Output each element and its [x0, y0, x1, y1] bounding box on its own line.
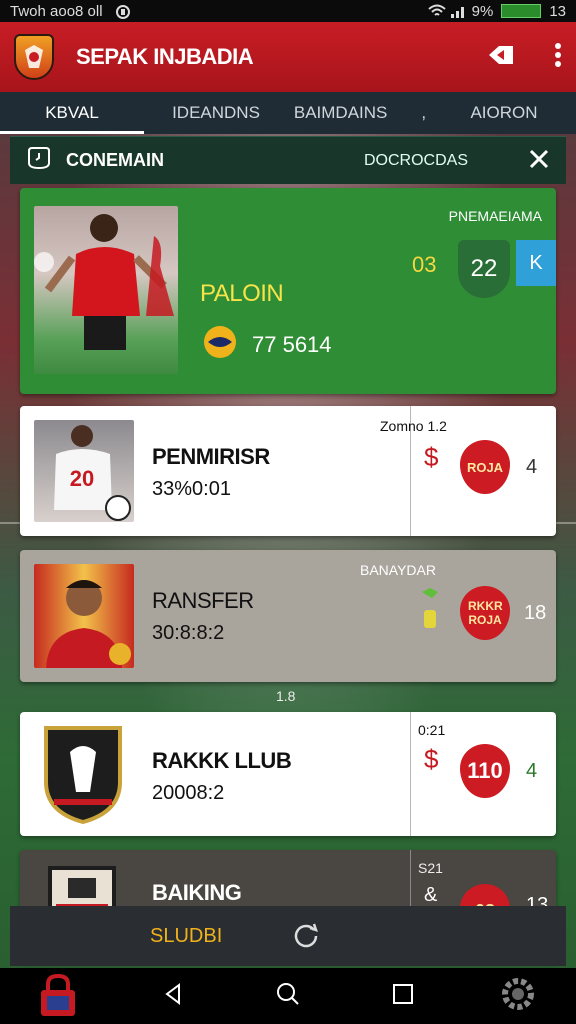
row-badge: 110: [460, 744, 510, 798]
row-badge: ROJA: [460, 440, 510, 494]
row-value: 30:8:8:2: [152, 622, 225, 644]
nav-lock[interactable]: [0, 972, 115, 1021]
row-currency: $: [424, 442, 439, 472]
status-time: 13: [549, 2, 566, 20]
row-top-label: S21: [418, 860, 443, 876]
bottom-strip: SLUDBI: [10, 906, 566, 966]
row-top-label: BANAYDAR: [360, 562, 436, 578]
tab-separator: ,: [421, 103, 427, 122]
tab-baimdains[interactable]: BAIMDAINS,: [288, 92, 432, 134]
row-count: 4: [526, 456, 538, 478]
club-logo-icon[interactable]: [14, 34, 54, 80]
featured-score-shield: 22: [458, 240, 510, 298]
record-icon: [115, 4, 130, 19]
thumbs-up-icon: [418, 586, 442, 639]
row-name: RANSFER: [152, 588, 254, 613]
app-bar: SEPAK INJBADIA: [0, 22, 576, 92]
svg-text:20: 20: [70, 466, 94, 491]
row-value: 20008:2: [152, 782, 225, 804]
tab-label: KBVAL: [45, 103, 99, 122]
row-top-label: 0:21: [418, 722, 446, 738]
row-top-label: Zomno 1.2: [380, 418, 447, 434]
featured-corner-text: K: [529, 251, 543, 274]
nav-settings[interactable]: [461, 974, 576, 1019]
navigation-bar: [0, 968, 576, 1024]
refresh-icon[interactable]: [292, 920, 320, 953]
player-photo: [34, 206, 178, 374]
featured-corner-badge: K: [516, 240, 556, 286]
club-crest-icon: [40, 722, 126, 831]
search-icon: [275, 981, 301, 1012]
tab-aioron[interactable]: AIORON: [432, 92, 576, 134]
status-left-text: Twoh aoo8 oll: [10, 2, 103, 20]
share-icon[interactable]: [486, 42, 516, 73]
row-currency: &: [424, 884, 438, 906]
row-count: 18: [524, 602, 547, 624]
featured-score-b: 22: [470, 255, 498, 282]
panel-subtitle[interactable]: DOCROCDAS: [364, 152, 468, 170]
tab-label: BAIMDAINS: [293, 103, 388, 122]
nav-back[interactable]: [115, 982, 230, 1011]
tab-ideandns[interactable]: IDEANDNS: [144, 92, 288, 134]
signal-icon: [450, 4, 464, 18]
player-photo: 20: [34, 420, 134, 522]
row-name: BAIKING: [152, 880, 242, 905]
coin-icon: [202, 324, 238, 365]
tab-label: IDEANDNS: [172, 103, 260, 122]
clock-icon: [26, 145, 52, 176]
app-title: SEPAK INJBADIA: [76, 44, 254, 69]
row-value: 33%0:01: [152, 478, 231, 500]
panel-header: CONEMAIN DOCROCDAS: [10, 136, 566, 184]
featured-score-a: 03: [412, 252, 437, 277]
row-badge: RKKR ROJA: [460, 586, 510, 640]
row-count: 4: [526, 760, 538, 782]
row-badge-text: ROJA: [466, 459, 504, 475]
battery-icon: [501, 4, 542, 18]
featured-tag: PNEMAEIAMA: [448, 208, 542, 224]
row-name: RAKKK LLUB: [152, 748, 292, 773]
status-bar: Twoh aoo8 oll 9% 13: [0, 0, 576, 22]
player-photo: [34, 564, 134, 668]
featured-rating: 77 5614: [252, 332, 332, 357]
list-item[interactable]: 20 PENMIRISR 33%0:01 Zomno 1.2 $ ROJA 4: [20, 406, 556, 536]
row-value: SLUDBI: [150, 924, 223, 947]
close-icon[interactable]: [528, 145, 550, 177]
row-divider: [410, 712, 411, 836]
wifi-icon: [427, 4, 446, 18]
featured-player-card[interactable]: PNEMAEIAMA PALOIN 03 22 K 77 5614: [20, 188, 556, 394]
gear-icon: [498, 974, 538, 1019]
row-name: PENMIRISR: [152, 444, 270, 469]
row-currency: $: [424, 744, 439, 774]
list-item[interactable]: RANSFER 30:8:8:2 BANAYDAR RKKR ROJA 18: [20, 550, 556, 682]
separator-text: 1.8: [276, 688, 296, 704]
nav-search[interactable]: [230, 981, 345, 1012]
square-icon: [392, 983, 414, 1010]
featured-player-name: PALOIN: [200, 280, 284, 307]
tab-kbval[interactable]: KBVAL: [0, 92, 144, 134]
lock-icon: [37, 972, 79, 1021]
more-vert-icon[interactable]: [554, 42, 562, 73]
list-item[interactable]: RAKKK LLUB 20008:2 0:21 $ 110 4: [20, 712, 556, 836]
row-badge-text: 110: [467, 758, 503, 783]
signal-text: 9%: [471, 2, 494, 20]
nav-recents[interactable]: [346, 983, 461, 1010]
tab-label: AIORON: [470, 103, 538, 122]
back-icon: [161, 982, 185, 1011]
row-badge-text: RKKR ROJA: [468, 599, 503, 627]
tab-bar: KBVAL IDEANDNS BAIMDAINS, AIORON: [0, 92, 576, 134]
panel-title: CONEMAIN: [66, 150, 164, 170]
